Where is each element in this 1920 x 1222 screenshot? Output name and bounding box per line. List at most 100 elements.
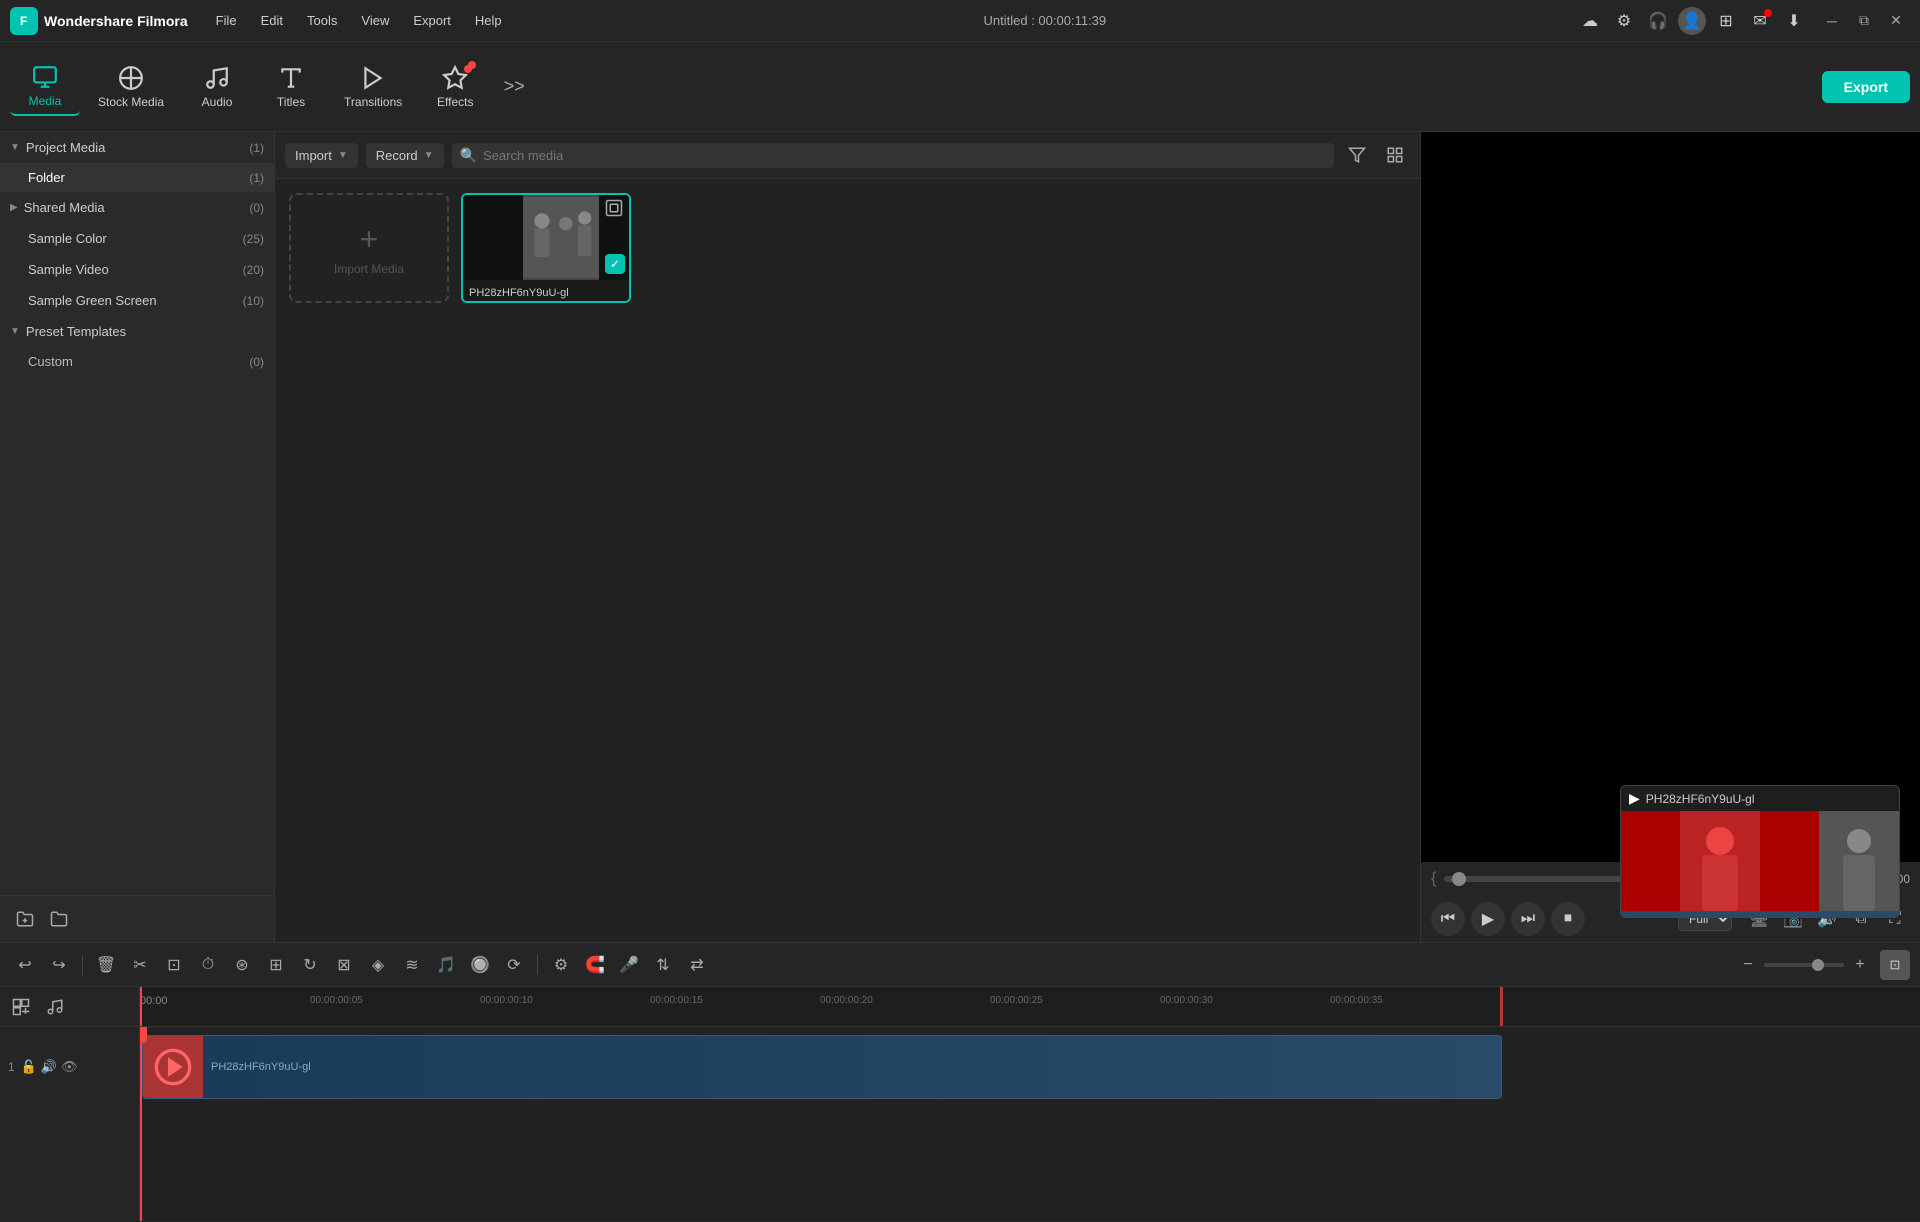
zoom-slider-thumb[interactable] [1812, 959, 1824, 971]
ai-button[interactable]: ⟳ [499, 950, 529, 980]
zoom-slider[interactable] [1764, 963, 1844, 967]
crop-button[interactable]: ⊡ [159, 950, 189, 980]
preview-timeline-thumb[interactable] [1452, 872, 1466, 886]
view-toggle-button[interactable] [1380, 140, 1410, 170]
timeline-clip[interactable]: PH28zHF6nY9uU-gl [142, 1035, 1502, 1099]
layout-icon[interactable]: ⊞ [1712, 7, 1740, 35]
count-project-media: (1) [249, 141, 264, 155]
timeline-view-toggle[interactable]: ⊡ [1880, 950, 1910, 980]
menu-view[interactable]: View [349, 7, 401, 34]
count-sample-green-screen: (10) [243, 294, 264, 308]
import-plus-icon: + [360, 221, 379, 258]
section-header-shared-media[interactable]: ▶ Shared Media (0) [0, 192, 274, 223]
add-track-buttons [0, 987, 139, 1027]
import-button[interactable]: Import ▼ [285, 143, 358, 168]
toolbar-transitions[interactable]: Transitions [330, 59, 416, 115]
toolbar-titles[interactable]: Titles [256, 59, 326, 115]
fp-progress-bar[interactable] [1621, 911, 1899, 917]
sort-button[interactable]: ⇅ [648, 950, 678, 980]
undo-button[interactable]: ↩ [10, 950, 40, 980]
redo-button[interactable]: ↪ [44, 950, 74, 980]
account-icon[interactable]: 👤 [1678, 7, 1706, 35]
menu-tools[interactable]: Tools [295, 7, 349, 34]
zoom-out-button[interactable]: − [1736, 953, 1760, 977]
headphones-icon[interactable]: 🎧 [1644, 7, 1672, 35]
menu-edit[interactable]: Edit [249, 7, 295, 34]
close-button[interactable]: ✕ [1882, 7, 1910, 35]
timer-button[interactable]: ⏱ [193, 950, 223, 980]
timestamp-25: 00:00:00:25 [990, 995, 1043, 1006]
maximize-button[interactable]: ⧉ [1850, 7, 1878, 35]
timestamp-5: 00:00:00:05 [310, 995, 363, 1006]
toolbar-stock-media[interactable]: Stock Media [84, 59, 178, 115]
zoom-in-button[interactable]: + [1848, 953, 1872, 977]
stop-button[interactable]: ⏹ [1551, 902, 1585, 936]
minimize-button[interactable]: ─ [1818, 7, 1846, 35]
lock-icon[interactable]: 🔓 [21, 1059, 37, 1075]
fp-title: PH28zHF6nY9uU-gl [1646, 792, 1891, 806]
fit-button[interactable]: ⊠ [329, 950, 359, 980]
menu-file[interactable]: File [204, 7, 249, 34]
track-1: PH28zHF6nY9uU-gl [140, 1027, 1920, 1222]
transform-button[interactable]: ⊛ [227, 950, 257, 980]
media-grid: + Import Media [275, 179, 1420, 317]
menu-help[interactable]: Help [463, 7, 514, 34]
toolbar-audio[interactable]: Audio [182, 59, 252, 115]
record-dropdown-arrow: ▼ [424, 150, 434, 161]
search-input[interactable] [483, 148, 1326, 163]
toolbar-effects[interactable]: Effects [420, 59, 490, 115]
open-folder-button[interactable] [44, 904, 74, 934]
custom-count: (0) [249, 355, 264, 369]
settings-button[interactable]: ⚙ [546, 950, 576, 980]
section-sample-green-screen: Sample Green Screen (10) [0, 285, 274, 316]
section-header-sample-video[interactable]: Sample Video (20) [0, 254, 274, 285]
play-button[interactable]: ▶ [1471, 902, 1505, 936]
section-header-preset-templates[interactable]: ▼ Preset Templates [0, 316, 274, 347]
mic-button[interactable]: 🎤 [614, 950, 644, 980]
effect-button[interactable]: 🔘 [465, 950, 495, 980]
play-forward-button[interactable]: ⏭ [1511, 902, 1545, 936]
section-header-sample-color[interactable]: Sample Color (25) [0, 223, 274, 254]
audio-button[interactable]: 🎵 [431, 950, 461, 980]
cut-button[interactable]: ✂ [125, 950, 155, 980]
export-button[interactable]: Export [1822, 71, 1910, 103]
sidebar-item-folder[interactable]: Folder (1) [0, 163, 274, 192]
section-header-project-media[interactable]: ▼ Project Media (1) [0, 132, 274, 163]
menu-items: File Edit Tools View Export Help [204, 7, 514, 34]
levels-button[interactable]: ≋ [397, 950, 427, 980]
toolbar-separator-1 [82, 955, 83, 975]
download-icon[interactable]: ⬇ [1780, 7, 1808, 35]
cloud-icon[interactable]: ☁ [1576, 7, 1604, 35]
record-button[interactable]: Record ▼ [366, 143, 444, 168]
stabilize-button[interactable]: ⊞ [261, 950, 291, 980]
sidebar-item-custom[interactable]: Custom (0) [0, 347, 274, 376]
toolbar-media[interactable]: Media [10, 58, 80, 116]
add-audio-button[interactable] [42, 994, 68, 1020]
swap-button[interactable]: ⇄ [682, 950, 712, 980]
toolbar-more-button[interactable]: >> [498, 71, 530, 103]
section-shared-media: ▶ Shared Media (0) [0, 192, 274, 223]
toolbar-stock-media-label: Stock Media [98, 95, 164, 109]
count-sample-color: (25) [243, 232, 264, 246]
snap-button[interactable]: ◈ [363, 950, 393, 980]
new-folder-button[interactable] [10, 904, 40, 934]
menu-export[interactable]: Export [401, 7, 463, 34]
bracket-left[interactable]: { [1431, 870, 1436, 888]
mail-icon[interactable]: ✉ [1746, 7, 1774, 35]
filter-button[interactable] [1342, 140, 1372, 170]
timestamp-10: 00:00:00:10 [480, 995, 533, 1006]
settings-icon[interactable]: ⚙ [1610, 7, 1638, 35]
audio-mute-icon[interactable]: 🔊 [41, 1059, 57, 1075]
step-back-button[interactable]: ⏮ [1431, 902, 1465, 936]
app-name: Wondershare Filmora [44, 13, 188, 29]
delete-button[interactable]: 🗑 [91, 950, 121, 980]
magnet-button[interactable]: 🧲 [580, 950, 610, 980]
add-clip-button[interactable] [8, 994, 34, 1020]
rotate-button[interactable]: ↻ [295, 950, 325, 980]
playhead-handle[interactable] [140, 1027, 147, 1043]
track-number: 1 [8, 1060, 15, 1074]
import-area[interactable]: + Import Media [289, 193, 449, 303]
media-item-ph28[interactable]: ✓ PH28zHF6nY9uU-gl [461, 193, 631, 303]
eye-icon[interactable]: 👁 [61, 1059, 78, 1075]
section-header-sample-green-screen[interactable]: Sample Green Screen (10) [0, 285, 274, 316]
